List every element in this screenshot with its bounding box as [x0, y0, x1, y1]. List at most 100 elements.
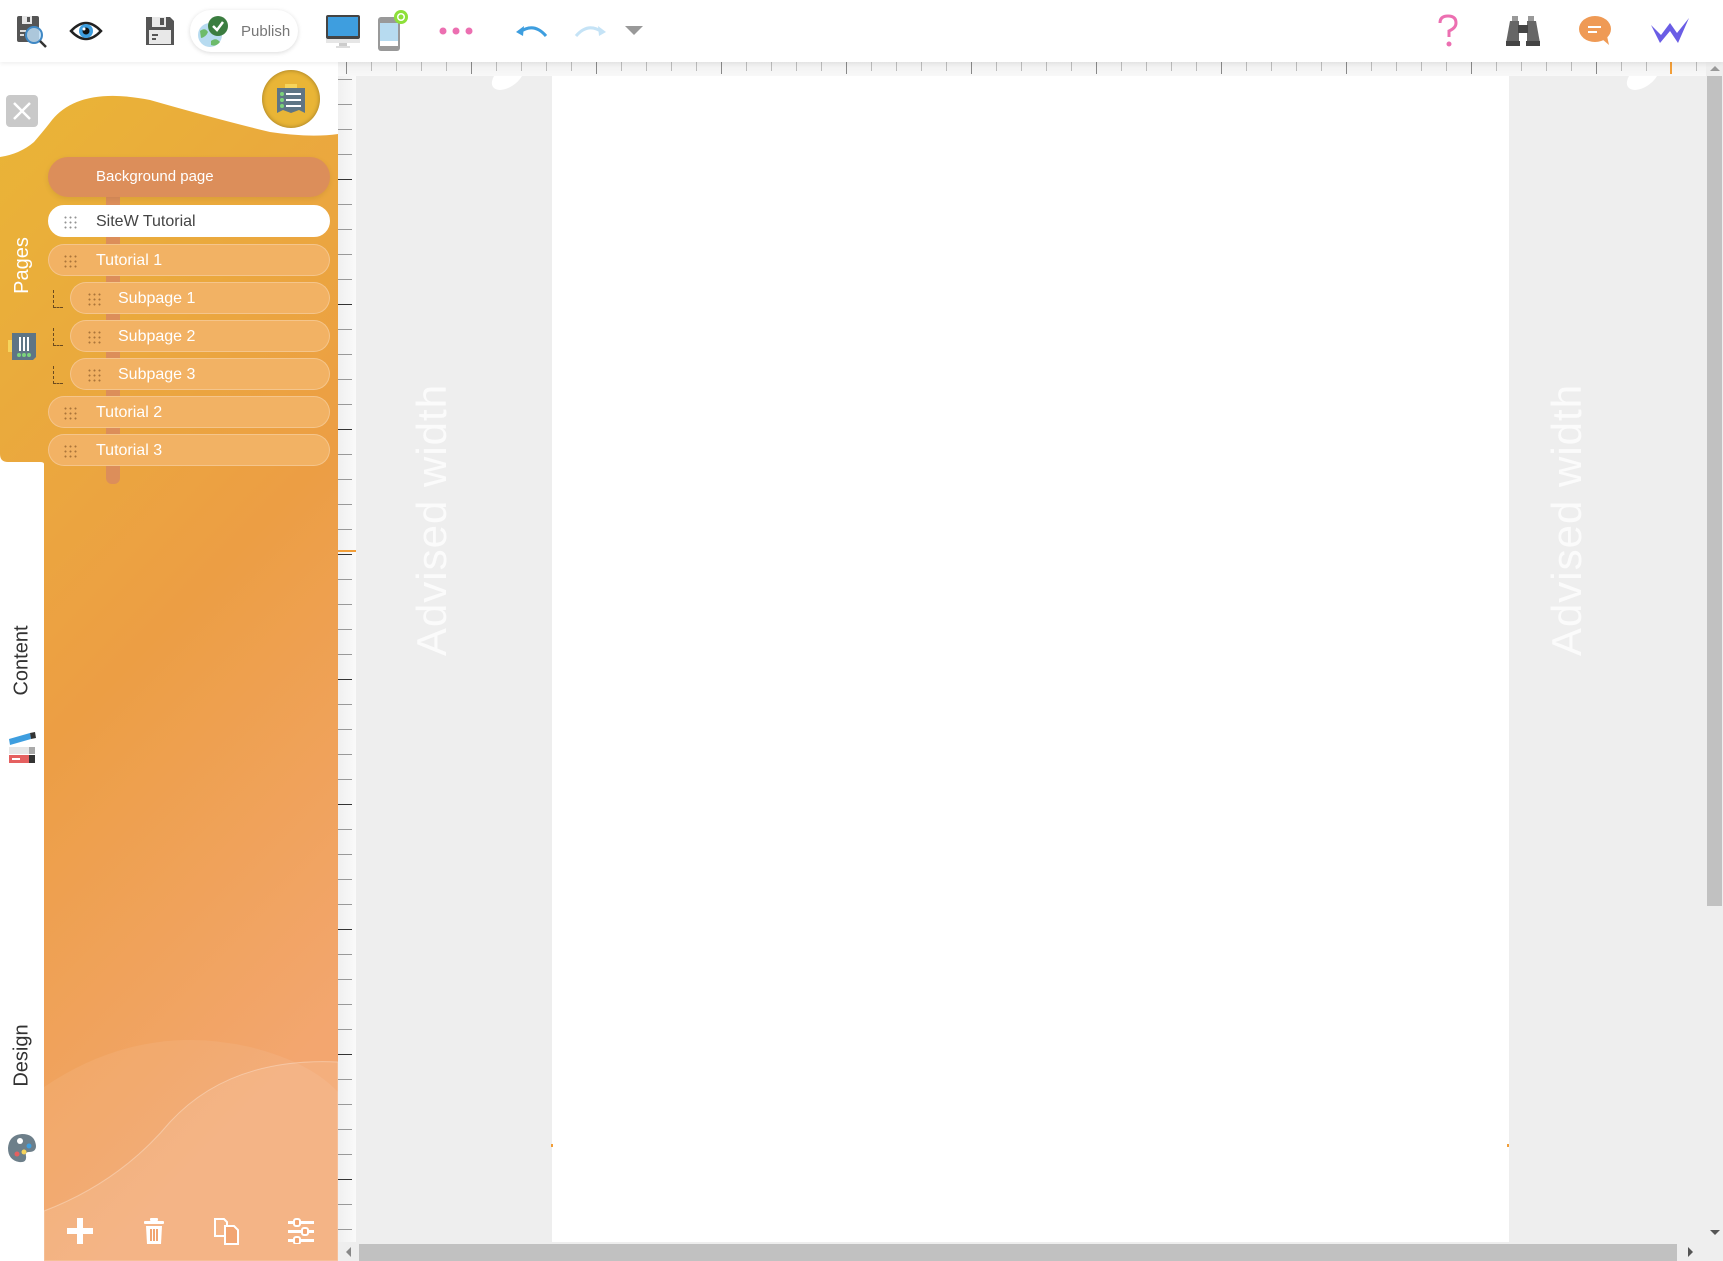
guide-marker — [551, 1144, 553, 1147]
help-button[interactable] — [1428, 10, 1468, 52]
add-page-button[interactable] — [63, 1214, 97, 1248]
ruler-tick — [338, 1204, 352, 1205]
vertical-scrollbar[interactable] — [1706, 62, 1723, 1242]
drag-handle-icon[interactable] — [87, 368, 101, 382]
page-title: SiteW Tutorial — [96, 213, 196, 230]
tab-pages[interactable]: Pages — [0, 210, 44, 320]
ruler-tick — [338, 1004, 352, 1005]
undo-button[interactable] — [512, 10, 552, 52]
chat-button[interactable] — [1574, 10, 1618, 52]
ruler-tick — [338, 854, 352, 855]
page-list-button[interactable] — [262, 70, 320, 128]
ruler-tick — [338, 929, 352, 930]
more-dots-icon — [439, 27, 473, 35]
ruler-tick — [671, 62, 672, 71]
drag-handle-icon[interactable] — [63, 406, 77, 420]
ruler-tick — [338, 1179, 352, 1180]
ruler-guide-marker[interactable] — [1670, 62, 1672, 74]
mobile-view-button[interactable] — [374, 10, 412, 52]
ruler-tick — [338, 954, 352, 955]
ruler-tick — [1346, 62, 1347, 74]
redo-button[interactable] — [570, 10, 610, 52]
tree-connector — [53, 366, 63, 384]
advised-width-label-left: Advised width — [408, 383, 456, 657]
ruler-tick — [338, 229, 352, 230]
close-panel-button[interactable] — [6, 95, 38, 127]
ruler-tick — [846, 62, 847, 74]
drag-handle-icon[interactable] — [63, 254, 77, 268]
ruler-tick — [946, 62, 947, 71]
tab-pages-icon-wrap[interactable] — [0, 326, 44, 366]
ruler-tick — [338, 804, 352, 805]
page-item-tutorial-2[interactable]: Tutorial 2 — [48, 396, 330, 428]
ruler-tick — [338, 879, 352, 880]
ruler-tick — [338, 554, 352, 555]
page-item-tutorial-3[interactable]: Tutorial 3 — [48, 434, 330, 466]
scroll-right-arrow-icon[interactable] — [1688, 1247, 1693, 1257]
more-button[interactable] — [436, 10, 476, 52]
history-dropdown-button[interactable] — [622, 10, 646, 52]
tab-design[interactable]: Design — [0, 1010, 44, 1100]
horizontal-scroll-thumb[interactable] — [359, 1244, 1677, 1261]
page-settings-button[interactable] — [284, 1214, 318, 1248]
ruler-tick — [1596, 62, 1597, 74]
search-button[interactable] — [1501, 10, 1545, 52]
sitew-logo-button[interactable] — [1648, 10, 1692, 52]
plus-icon — [67, 1218, 93, 1244]
ruler-tick — [338, 704, 352, 705]
delete-page-button[interactable] — [137, 1214, 171, 1248]
duplicate-page-button[interactable] — [210, 1214, 244, 1248]
content-icon — [9, 732, 36, 763]
save-icon — [146, 17, 174, 45]
page-item-subpage-2[interactable]: Subpage 2 — [70, 320, 330, 352]
ruler-tick — [338, 479, 352, 480]
tab-content-label: Content — [10, 624, 33, 696]
ruler-tick — [338, 579, 352, 580]
preview-button[interactable] — [66, 10, 106, 52]
ruler-guide-marker[interactable] — [338, 550, 356, 552]
ruler-tick — [921, 62, 922, 71]
tab-design-icon-wrap[interactable] — [0, 1128, 44, 1168]
page-item-sitew-tutorial[interactable]: SiteW Tutorial — [48, 205, 330, 237]
ruler-tick — [338, 379, 352, 380]
drag-handle-icon[interactable] — [87, 330, 101, 344]
publish-button[interactable]: Publish — [190, 10, 298, 52]
desktop-view-button[interactable] — [324, 10, 362, 52]
vertical-scroll-thumb[interactable] — [1707, 76, 1722, 906]
page-canvas[interactable]: Advised width Advised width — [356, 76, 1706, 1242]
ruler-tick — [1421, 62, 1422, 71]
ruler-tick — [338, 829, 352, 830]
page-item-tutorial-1[interactable]: Tutorial 1 — [48, 244, 330, 276]
page-item-subpage-1[interactable]: Subpage 1 — [70, 282, 330, 314]
panel-background — [0, 95, 338, 1261]
publish-globe-icon — [198, 16, 228, 47]
left-margin-zone: Advised width — [356, 76, 552, 1242]
ruler-tick — [338, 1154, 352, 1155]
page-title: Tutorial 1 — [96, 252, 163, 269]
scroll-down-arrow-icon[interactable] — [1710, 1230, 1720, 1235]
ruler-tick — [338, 204, 352, 205]
drag-handle-icon[interactable] — [87, 292, 101, 306]
page-title: Tutorial 3 — [96, 442, 163, 459]
scroll-up-arrow-icon[interactable] — [1710, 66, 1720, 71]
drag-handle-icon[interactable] — [63, 215, 77, 229]
page-item-subpage-3[interactable]: Subpage 3 — [70, 358, 330, 390]
ruler-tick — [338, 1054, 352, 1055]
ruler-tick — [338, 729, 352, 730]
tab-content-icon-wrap[interactable] — [0, 728, 44, 768]
tab-content[interactable]: Content — [0, 610, 44, 710]
ruler-tick — [1171, 62, 1172, 71]
right-margin-zone: Advised width — [1509, 76, 1706, 1242]
margin-notch — [1620, 76, 1666, 90]
ruler-tick — [1246, 62, 1247, 71]
save-preview-button[interactable] — [12, 10, 52, 52]
drag-handle-icon[interactable] — [63, 444, 77, 458]
save-button[interactable] — [140, 10, 180, 52]
background-page-button[interactable]: Background page — [48, 157, 330, 197]
ruler-tick — [896, 62, 897, 71]
horizontal-scrollbar[interactable] — [338, 1242, 1723, 1261]
scroll-left-arrow-icon[interactable] — [346, 1247, 351, 1257]
ruler-tick — [1571, 62, 1572, 71]
ruler-tick — [338, 979, 352, 980]
ruler-tick — [821, 62, 822, 71]
